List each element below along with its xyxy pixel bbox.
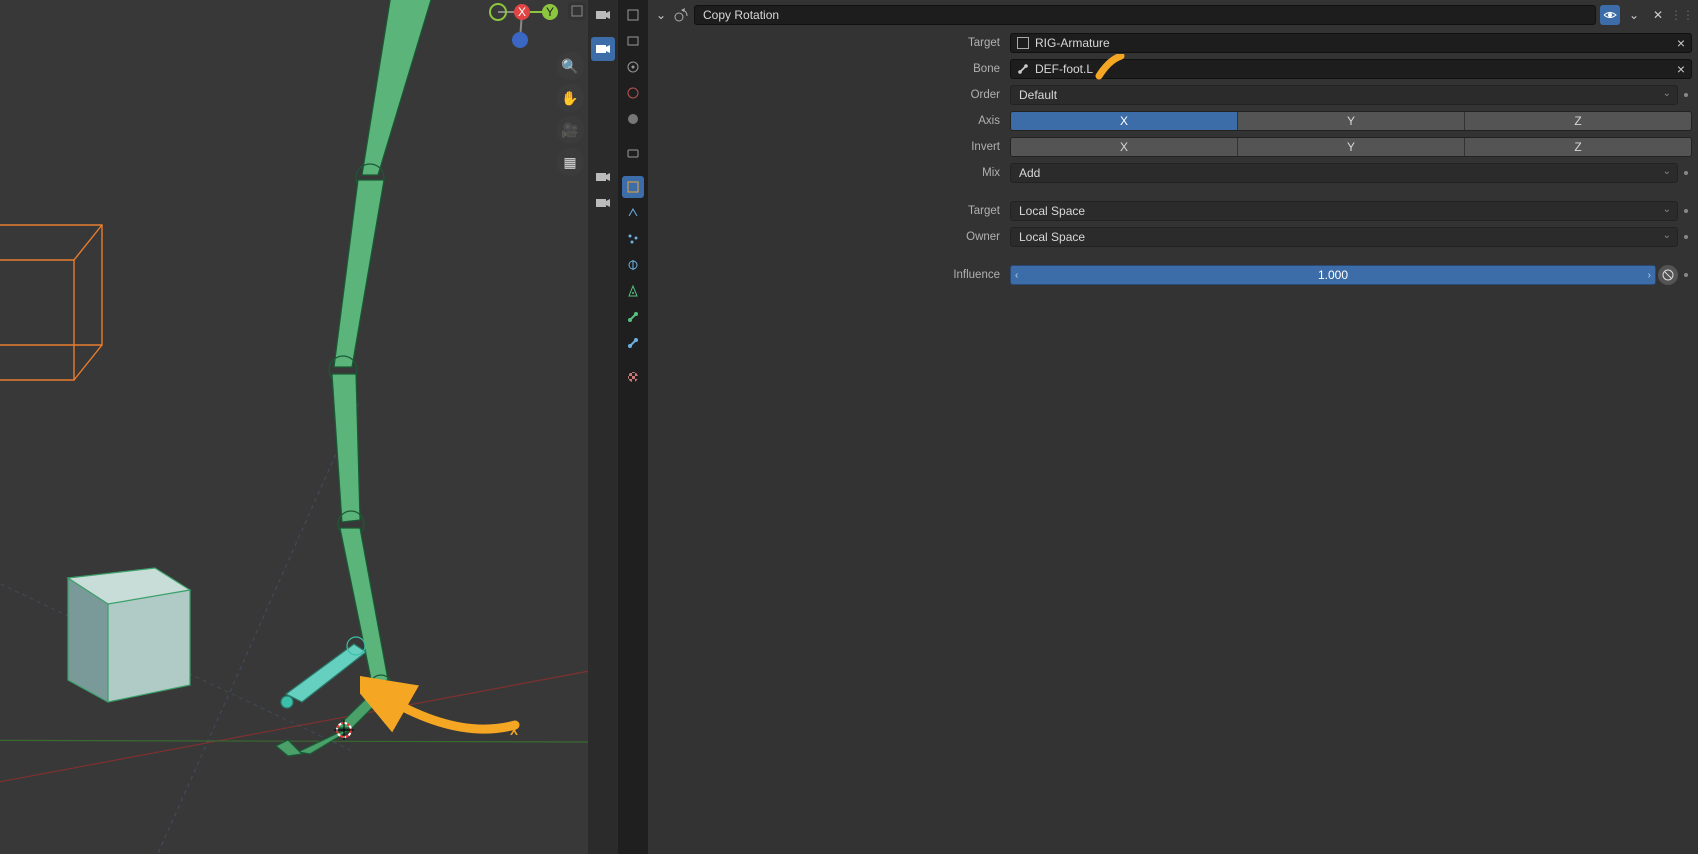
constraint-header: ⌄ Copy Rotation ⌄ ✕ ⋮⋮ — [654, 3, 1692, 27]
tab-object-data[interactable] — [622, 280, 644, 302]
clear-target-button[interactable]: × — [1677, 36, 1685, 50]
drag-handle-icon[interactable]: ⋮⋮ — [1672, 5, 1692, 25]
clear-bone-button[interactable]: × — [1677, 62, 1685, 76]
tab-modifiers[interactable] — [622, 202, 644, 224]
label-bone: Bone — [654, 63, 1004, 75]
copy-rotation-icon — [672, 7, 690, 23]
tab-particles[interactable] — [622, 228, 644, 250]
invert-y-toggle[interactable]: Y — [1238, 138, 1465, 156]
target-space-dropdown[interactable]: Local Space — [1010, 201, 1678, 221]
target-value: RIG-Armature — [1035, 36, 1110, 50]
tab-bone-constraint[interactable] — [622, 332, 644, 354]
label-mix: Mix — [654, 167, 1004, 179]
label-influence: Influence — [654, 269, 1004, 281]
tab-output[interactable] — [622, 30, 644, 52]
owner-space-dropdown[interactable]: Local Space — [1010, 227, 1678, 247]
pan-button[interactable]: ✋ — [556, 84, 584, 112]
camera-icon-3[interactable] — [591, 191, 615, 215]
viewport-3d[interactable]: X X Y 🔍 ✋ 🎥 ▦ — [0, 0, 588, 854]
axis-x-toggle[interactable]: X — [1011, 112, 1238, 130]
viewport-toolbar — [588, 0, 618, 854]
axis-y-toggle[interactable]: Y — [1238, 112, 1465, 130]
svg-text:X: X — [518, 5, 526, 19]
object-icon — [1017, 37, 1029, 49]
label-axis: Axis — [654, 115, 1004, 127]
annotation-mark — [1095, 54, 1125, 82]
tab-scene[interactable] — [622, 82, 644, 104]
zoom-button[interactable]: 🔍 — [556, 52, 584, 80]
invert-z-toggle[interactable]: Z — [1465, 138, 1691, 156]
tab-bone[interactable] — [622, 306, 644, 328]
label-target-space: Target — [654, 205, 1004, 217]
viewport-corner-icon[interactable] — [568, 2, 586, 20]
driver-button[interactable] — [1658, 265, 1678, 285]
camera-icon-2[interactable] — [591, 165, 615, 189]
keyframe-dot[interactable] — [1684, 171, 1688, 175]
keyframe-dot[interactable] — [1684, 93, 1688, 97]
label-invert: Invert — [654, 141, 1004, 153]
chevron-down-icon[interactable]: ⌄ — [654, 8, 668, 22]
svg-text:Y: Y — [546, 5, 554, 19]
camera-icon[interactable] — [591, 3, 615, 27]
axis-z-toggle[interactable]: Z — [1465, 112, 1691, 130]
constraint-name-field[interactable]: Copy Rotation — [694, 5, 1596, 25]
keyframe-dot[interactable] — [1684, 273, 1688, 277]
tab-collection[interactable] — [622, 142, 644, 164]
mix-dropdown[interactable]: Add — [1010, 163, 1678, 183]
nav-gizmo[interactable]: X Y — [488, 0, 558, 50]
mute-toggle[interactable] — [1600, 5, 1620, 25]
viewport-scene — [0, 0, 588, 854]
tab-object[interactable] — [622, 176, 644, 198]
invert-x-toggle[interactable]: X — [1011, 138, 1238, 156]
bone-icon — [1017, 63, 1029, 75]
keyframe-dot[interactable] — [1684, 209, 1688, 213]
axis-group: X Y Z — [1010, 111, 1692, 131]
label-order: Order — [654, 89, 1004, 101]
target-field[interactable]: RIG-Armature × — [1010, 33, 1692, 53]
tab-world[interactable] — [622, 108, 644, 130]
order-dropdown[interactable]: Default — [1010, 85, 1678, 105]
perspective-toggle-button[interactable]: ▦ — [556, 148, 584, 176]
extras-chevron[interactable]: ⌄ — [1624, 5, 1644, 25]
label-target: Target — [654, 37, 1004, 49]
tab-physics[interactable] — [622, 254, 644, 276]
bone-value: DEF-foot.L — [1035, 62, 1093, 76]
properties-panel: ⌄ Copy Rotation ⌄ ✕ ⋮⋮ Target RIG-Armatu… — [648, 0, 1698, 854]
influence-slider[interactable]: 1.000 — [1010, 265, 1656, 285]
invert-group: X Y Z — [1010, 137, 1692, 157]
label-owner-space: Owner — [654, 231, 1004, 243]
tab-viewlayer[interactable] — [622, 56, 644, 78]
camera-active-icon[interactable] — [591, 37, 615, 61]
tab-material[interactable] — [622, 366, 644, 388]
keyframe-dot[interactable] — [1684, 235, 1688, 239]
tab-render[interactable] — [622, 4, 644, 26]
camera-view-button[interactable]: 🎥 — [556, 116, 584, 144]
properties-tabs — [618, 0, 648, 854]
delete-constraint-button[interactable]: ✕ — [1648, 5, 1668, 25]
bone-field[interactable]: DEF-foot.L × — [1010, 59, 1692, 79]
